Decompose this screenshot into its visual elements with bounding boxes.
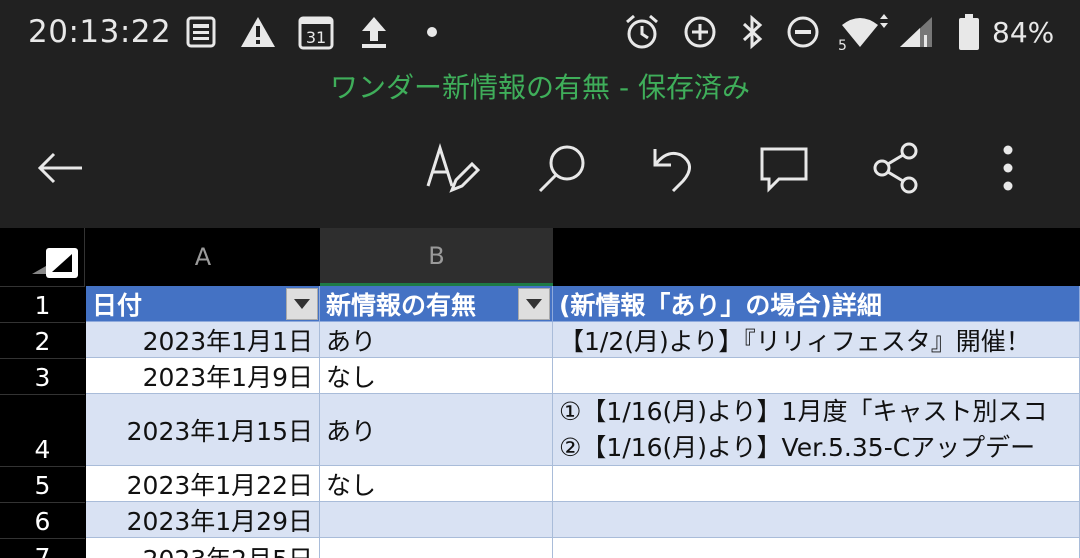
- wifi-icon: 5: [836, 12, 888, 52]
- column-header-a[interactable]: A: [86, 228, 320, 286]
- cell-has-new[interactable]: あり: [320, 322, 553, 358]
- cell-date[interactable]: 2023年1月15日: [86, 394, 320, 466]
- battery-percent: 84%: [992, 16, 1055, 49]
- data-saver-icon: [680, 12, 720, 52]
- header-cell-date[interactable]: 日付: [86, 286, 320, 322]
- row-header-1[interactable]: 1: [0, 286, 85, 322]
- search-icon[interactable]: [532, 138, 592, 198]
- filter-dropdown-has-new[interactable]: [518, 288, 550, 320]
- spreadsheet-grid[interactable]: A B 1 2 3 4 5 6 7 日付 新情報の有無 (新情報「あり」の場合)…: [0, 228, 1080, 558]
- header-cell-details[interactable]: (新情報「あり」の場合)詳細: [553, 286, 1080, 322]
- row-header-6[interactable]: 6: [0, 502, 85, 538]
- row-header-4[interactable]: 4: [0, 394, 85, 466]
- comment-icon[interactable]: [754, 138, 814, 198]
- alarm-icon: [622, 12, 662, 52]
- cell-has-new[interactable]: なし: [320, 358, 553, 394]
- cell-details[interactable]: 【1/2(月)より】『リリィフェスタ』開催！: [553, 322, 1080, 358]
- cell-date[interactable]: 2023年2月5日: [86, 538, 320, 558]
- share-icon[interactable]: [866, 138, 926, 198]
- row-header-2[interactable]: 2: [0, 322, 85, 358]
- header-date-label: 日付: [92, 290, 143, 320]
- select-all-corner[interactable]: [0, 228, 85, 286]
- filter-dropdown-date[interactable]: [286, 288, 318, 320]
- header-details-label: (新情報「あり」の場合)詳細: [559, 290, 882, 320]
- status-bar: 20:13:22 31 5 84%: [0, 0, 1080, 66]
- row-header-7[interactable]: 7: [0, 538, 85, 558]
- status-time: 20:13:22: [28, 14, 172, 50]
- upload-icon: [356, 12, 392, 52]
- cell-details[interactable]: [553, 502, 1080, 538]
- cell-date[interactable]: 2023年1月29日: [86, 502, 320, 538]
- cell-has-new[interactable]: [320, 502, 553, 538]
- battery-icon: [954, 12, 984, 52]
- news-icon: [182, 12, 220, 52]
- calendar-day: 31: [306, 28, 326, 47]
- signal-icon: [894, 12, 938, 52]
- dot-icon: [422, 12, 442, 52]
- cell-details[interactable]: [553, 358, 1080, 394]
- back-arrow-icon[interactable]: [30, 138, 90, 198]
- chevron-down-icon: [526, 299, 542, 309]
- cell-details[interactable]: ①【1/16(月)より】1月度「キャスト別スコ ②【1/16(月)より】Ver.…: [553, 394, 1080, 466]
- row-header-5[interactable]: 5: [0, 466, 85, 502]
- chevron-down-icon: [294, 299, 310, 309]
- header-has-new-label: 新情報の有無: [326, 290, 477, 320]
- cell-details[interactable]: [553, 466, 1080, 502]
- cell-date[interactable]: 2023年1月1日: [86, 322, 320, 358]
- more-vert-icon[interactable]: [978, 138, 1038, 198]
- undo-icon[interactable]: [642, 138, 702, 198]
- bluetooth-icon: [734, 12, 770, 52]
- warning-icon: [238, 12, 278, 52]
- details-line: ①【1/16(月)より】1月度「キャスト別スコ: [559, 396, 1048, 426]
- wifi-badge: 5: [838, 38, 847, 51]
- calendar-icon: 31: [296, 12, 336, 52]
- cell-date[interactable]: 2023年1月9日: [86, 358, 320, 394]
- document-title: ワンダー新情報の有無 - 保存済み: [330, 71, 750, 104]
- cell-date[interactable]: 2023年1月22日: [86, 466, 320, 502]
- dnd-icon: [784, 12, 822, 52]
- row-header-3[interactable]: 3: [0, 358, 85, 394]
- cell-details[interactable]: [553, 538, 1080, 558]
- details-line: ②【1/16(月)より】Ver.5.35-Cアップデー: [559, 432, 1036, 462]
- cell-has-new[interactable]: なし: [320, 466, 553, 502]
- column-header-b[interactable]: B: [320, 228, 553, 286]
- cell-has-new[interactable]: [320, 538, 553, 558]
- cell-has-new[interactable]: あり: [320, 394, 553, 466]
- edit-format-icon[interactable]: [422, 138, 482, 198]
